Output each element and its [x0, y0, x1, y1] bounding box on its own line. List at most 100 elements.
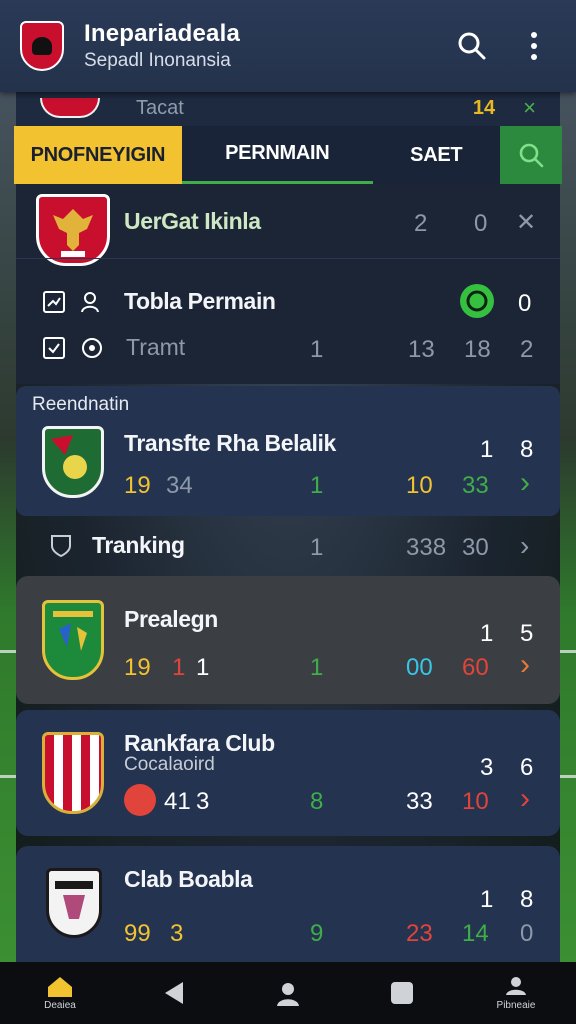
- chevron-right-icon[interactable]: ›: [520, 466, 530, 500]
- close-icon[interactable]: ×: [523, 95, 536, 121]
- stat-value: 41: [164, 788, 191, 815]
- app-titles: Inepariadeala Sepadl Inonansia: [84, 20, 432, 72]
- close-icon[interactable]: ✕: [516, 208, 536, 237]
- team-card[interactable]: Rankfara Club Cocalaoird 3 6 41 3 8 33 1…: [16, 710, 560, 836]
- nav-person[interactable]: [258, 980, 318, 1006]
- nav-label: Pibneaie: [496, 1000, 536, 1011]
- stats-title: Tobla Permain: [124, 288, 276, 314]
- stat-value: 14: [462, 920, 489, 947]
- divider: [16, 258, 560, 259]
- bottom-navigation: Deaiea Pibneaie: [0, 962, 576, 1024]
- stat-value: 30: [462, 534, 489, 561]
- garuda-crest-icon: [36, 194, 110, 266]
- stat-value: 2: [414, 210, 428, 237]
- square-icon: [391, 982, 413, 1004]
- eagle-emblem-icon: [53, 209, 93, 257]
- stadium-background-right: [560, 90, 576, 964]
- match-summary-card: UerGat Ikinla 2 0 ✕ Tobla Permain 0 Tram…: [16, 184, 560, 384]
- chevron-right-icon[interactable]: ›: [520, 648, 530, 682]
- stat-value: 10: [406, 472, 433, 499]
- nav-square[interactable]: [372, 980, 432, 1006]
- team-card[interactable]: Reendnatin Transfte Rha Belalik 1 8 19 3…: [16, 386, 560, 516]
- user-icon: [81, 292, 99, 313]
- more-menu-button[interactable]: [512, 24, 556, 68]
- tab-search-button[interactable]: [499, 126, 563, 184]
- chart-icon: [43, 291, 65, 313]
- tab-pernmain[interactable]: PERNMAIN: [181, 126, 373, 184]
- section-label: Reendnatin: [32, 394, 130, 415]
- stat-value: 3: [170, 920, 184, 947]
- peek-label: Tacat: [136, 96, 184, 119]
- kebab-menu-icon: [531, 32, 537, 60]
- row-title: UerGat Ikinla: [124, 208, 261, 234]
- search-icon: [519, 143, 544, 168]
- team-name: Rankfara Club: [124, 730, 275, 756]
- stat-value: 1: [310, 534, 324, 561]
- club-crest-icon: [40, 98, 100, 118]
- stat-value: 23: [406, 920, 433, 947]
- chevron-right-icon[interactable]: ›: [520, 530, 529, 562]
- profile-icon: [506, 977, 526, 995]
- football-icon: [460, 284, 494, 318]
- home-icon: [48, 977, 72, 997]
- nav-label: Deaiea: [44, 1000, 76, 1011]
- team-card[interactable]: Prealegn 1 5 19 1 1 1 00 60 ›: [16, 576, 560, 704]
- stat-value: 99: [124, 920, 151, 947]
- stat-value: 1: [480, 620, 494, 647]
- nav-home[interactable]: Deaiea: [30, 975, 90, 1011]
- stat-value: 9: [310, 920, 324, 947]
- club-logo: [20, 21, 64, 71]
- whistle-icon: [82, 338, 102, 358]
- club-crest-icon: [42, 600, 104, 680]
- stat-value: 5: [520, 620, 534, 647]
- app-title: Inepariadeala: [84, 20, 241, 47]
- team-subtitle: Cocalaoird: [124, 754, 215, 775]
- tab-bar: PNOFNEYIGIN PERNMAIN SAET: [14, 126, 563, 184]
- peek-value: 14: [472, 96, 496, 119]
- search-button[interactable]: [450, 24, 494, 68]
- stat-score: 0: [518, 290, 532, 317]
- stat-value: 8: [520, 886, 534, 913]
- search-icon: [458, 32, 486, 60]
- team-card[interactable]: Clab Boabla 1 8 99 3 9 23 14 0: [16, 846, 560, 962]
- stat-value: 1: [196, 654, 210, 681]
- team-name: Prealegn: [124, 606, 218, 632]
- chevron-right-icon[interactable]: ›: [520, 782, 530, 816]
- checkbox-icon[interactable]: [42, 336, 66, 360]
- app-bar: Inepariadeala Sepadl Inonansia: [0, 0, 576, 92]
- stat-value: 00: [406, 654, 433, 681]
- stat-value: 60: [462, 654, 489, 681]
- stat-value: 1: [480, 436, 494, 463]
- stat-value: 338: [406, 534, 447, 561]
- stat-value: 1: [310, 654, 324, 681]
- shield-icon: [51, 535, 71, 558]
- stats-row-label: Tramt: [126, 334, 186, 360]
- stat-value: 33: [406, 788, 433, 815]
- stat-value: 33: [462, 472, 489, 499]
- stat-value: 8: [310, 788, 324, 815]
- club-crest-icon: [46, 868, 102, 938]
- nav-back[interactable]: [144, 980, 204, 1006]
- stat-value: 1: [310, 472, 324, 499]
- stat-value: 1: [310, 336, 324, 363]
- red-card-icon: [124, 784, 156, 816]
- ranking-title: Tranking: [92, 532, 185, 558]
- team-name: Clab Boabla: [124, 866, 253, 892]
- ranking-row[interactable]: Tranking 1 338 30 ›: [16, 522, 560, 570]
- stat-value: 3: [196, 788, 210, 815]
- tab-saet[interactable]: SAET: [373, 126, 500, 184]
- nav-profile[interactable]: Pibneaie: [486, 975, 546, 1011]
- back-icon: [165, 982, 183, 1004]
- tab-pnofneyigin[interactable]: PNOFNEYIGIN: [14, 126, 182, 184]
- stat-value: 6: [520, 754, 534, 781]
- stat-value: 8: [520, 436, 534, 463]
- stat-value: 19: [124, 472, 151, 499]
- club-crest-icon: [42, 732, 104, 814]
- stat-value: 1: [172, 654, 186, 681]
- stat-value: 18: [464, 336, 491, 363]
- team-name: Transfte Rha Belalik: [124, 430, 336, 456]
- stat-value: 2: [520, 336, 534, 363]
- previous-row-peek[interactable]: Tacat 14 ×: [16, 90, 560, 126]
- stadium-background-left: [0, 90, 16, 964]
- stat-value: 1: [480, 886, 494, 913]
